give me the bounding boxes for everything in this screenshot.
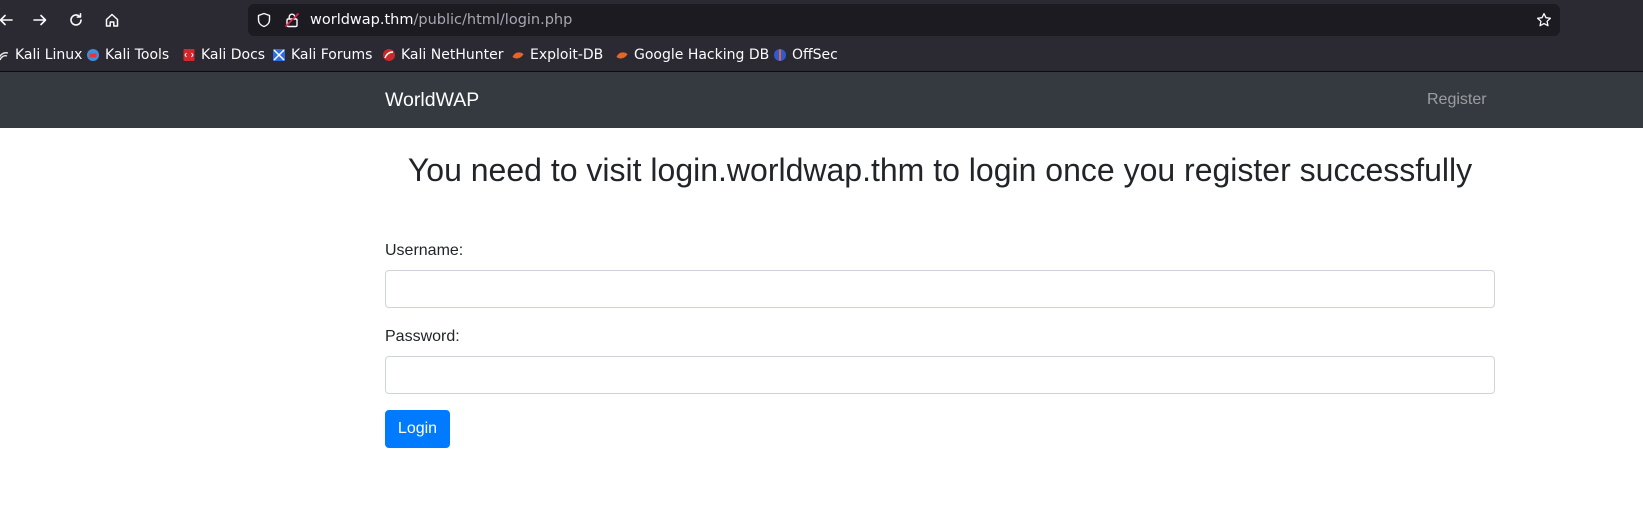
url-host: worldwap.thm (310, 12, 414, 28)
url-bar[interactable]: worldwap.thm/public/html/login.php (248, 4, 1560, 36)
arrow-right-icon (33, 14, 47, 26)
register-link[interactable]: Register (1427, 72, 1487, 128)
reload-icon (70, 13, 82, 26)
reload-button[interactable] (64, 8, 88, 32)
arrow-left-icon (0, 14, 13, 26)
kali-forums-icon (273, 49, 285, 61)
bookmark-exploit-db[interactable]: Exploit-DB (511, 38, 603, 72)
bookmark-label: Kali Forums (291, 47, 373, 63)
url-path: /public/html/login.php (413, 12, 573, 28)
kali-docs-icon (183, 49, 195, 61)
home-button[interactable] (100, 8, 124, 32)
browser-toolbar: worldwap.thm/public/html/login.php (0, 0, 1643, 38)
bookmark-label: Kali Tools (105, 47, 170, 63)
forward-button[interactable] (28, 8, 52, 32)
back-button[interactable] (0, 8, 18, 32)
home-icon (105, 13, 119, 27)
bookmark-google-hacking-db[interactable]: Google Hacking DB (615, 38, 769, 72)
bookmark-label: OffSec (792, 47, 838, 63)
bookmark-kali-tools[interactable]: Kali Tools (86, 38, 169, 72)
username-label: Username: (385, 242, 464, 259)
bookmark-label: Kali Linux (15, 47, 83, 63)
password-label: Password: (385, 328, 460, 345)
bookmark-star-icon[interactable] (1536, 12, 1552, 28)
login-button[interactable]: Login (385, 410, 450, 448)
offsec-icon (774, 49, 786, 61)
bookmark-kali-forums[interactable]: Kali Forums (272, 38, 372, 72)
exploit-db-icon (512, 52, 524, 59)
site-navbar: WorldWAP Register (0, 72, 1643, 128)
page-heading: You need to visit login.worldwap.thm to … (407, 152, 1473, 188)
bookmark-kali-docs[interactable]: Kali Docs (182, 38, 265, 72)
bookmark-offsec[interactable]: OffSec (773, 38, 838, 72)
bookmarks-toolbar: Kali Linux Kali Tools Kali Docs Kali For… (0, 38, 1643, 72)
insecure-lock-icon[interactable] (284, 12, 300, 28)
bookmark-label: Exploit-DB (530, 47, 604, 63)
bookmark-kali-linux[interactable]: Kali Linux (0, 38, 82, 72)
url-text[interactable]: worldwap.thm/public/html/login.php (310, 4, 572, 36)
shield-icon[interactable] (256, 12, 272, 28)
kali-tools-icon (87, 49, 99, 61)
bookmark-kali-nethunter[interactable]: Kali NetHunter (382, 38, 503, 72)
kali-linux-icon (0, 52, 9, 61)
bookmark-label: Google Hacking DB (634, 47, 770, 63)
password-input[interactable] (385, 356, 1495, 394)
bookmark-label: Kali NetHunter (401, 47, 504, 63)
google-hacking-db-icon (616, 52, 628, 59)
kali-nethunter-icon (383, 49, 395, 61)
brand-link[interactable]: WorldWAP (385, 72, 479, 128)
username-input[interactable] (385, 270, 1495, 308)
bookmark-label: Kali Docs (201, 47, 266, 63)
